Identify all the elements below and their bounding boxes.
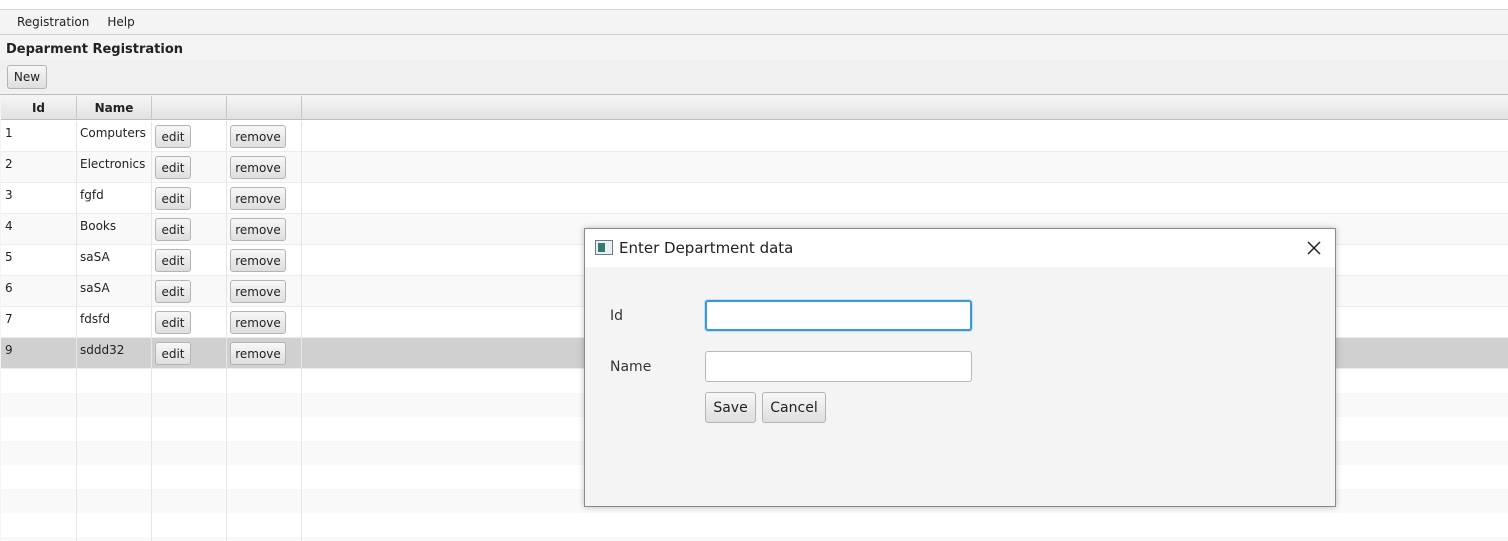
menu-bar: Registration Help [0, 10, 1508, 35]
table-row[interactable]: 2 Electronics edit remove [1, 152, 1508, 183]
name-value: sddd32 [80, 343, 125, 357]
table-row[interactable]: 3 fgfd edit remove [1, 183, 1508, 214]
name-value: Electronics [80, 157, 146, 171]
menu-help[interactable]: Help [98, 12, 143, 32]
table-header: Id Name [1, 96, 1508, 120]
app-window-icon [595, 240, 613, 255]
column-divider [301, 368, 302, 541]
cancel-button[interactable]: Cancel [762, 392, 826, 423]
name-value: fdsfd [80, 312, 110, 326]
edit-button[interactable]: edit [155, 125, 191, 148]
id-value: 9 [5, 343, 13, 357]
id-cell: 5 [1, 245, 77, 276]
remove-button[interactable]: remove [230, 342, 286, 365]
column-header-id[interactable]: Id [1, 96, 77, 120]
toolbar: New [0, 60, 1508, 95]
save-button[interactable]: Save [705, 392, 756, 423]
id-cell: 2 [1, 152, 77, 183]
edit-cell: edit [152, 338, 227, 369]
id-value: 6 [5, 281, 13, 295]
name-cell: fdsfd [77, 307, 152, 338]
column-divider [76, 368, 77, 541]
edit-cell: edit [152, 245, 227, 276]
window-titlebar [0, 0, 1508, 10]
dialog-titlebar: Enter Department data [585, 229, 1335, 267]
remove-button[interactable]: remove [230, 187, 286, 210]
id-field[interactable] [705, 300, 972, 331]
edit-cell: edit [152, 214, 227, 245]
edit-cell: edit [152, 152, 227, 183]
column-divider [151, 368, 152, 541]
edit-button[interactable]: edit [155, 280, 191, 303]
id-value: 5 [5, 250, 13, 264]
name-cell: saSA [77, 245, 152, 276]
name-value: saSA [80, 281, 110, 295]
edit-button[interactable]: edit [155, 187, 191, 210]
remove-button[interactable]: remove [230, 125, 286, 148]
column-header-remove[interactable] [227, 96, 302, 120]
remove-button[interactable]: remove [230, 218, 286, 241]
name-cell: saSA [77, 276, 152, 307]
id-value: 3 [5, 188, 13, 202]
empty-table-row [1, 537, 1508, 541]
name-cell: Books [77, 214, 152, 245]
remove-button[interactable]: remove [230, 156, 286, 179]
empty-table-row [1, 513, 1508, 537]
id-cell: 9 [1, 338, 77, 369]
edit-button[interactable]: edit [155, 218, 191, 241]
id-value: 4 [5, 219, 13, 233]
remove-cell: remove [227, 276, 302, 307]
remove-cell: remove [227, 152, 302, 183]
page-title: Deparment Registration [6, 42, 184, 57]
id-cell: 3 [1, 183, 77, 214]
dialog-title: Enter Department data [619, 239, 794, 257]
edit-cell: edit [152, 121, 227, 152]
department-dialog: Enter Department data Id Name Save Cance… [584, 228, 1336, 507]
remove-cell: remove [227, 245, 302, 276]
name-field[interactable] [705, 351, 972, 382]
menu-registration[interactable]: Registration [8, 12, 98, 32]
name-value: fgfd [80, 188, 104, 202]
edit-cell: edit [152, 276, 227, 307]
close-icon[interactable] [1301, 235, 1327, 261]
id-cell: 7 [1, 307, 77, 338]
name-label: Name [610, 359, 652, 375]
remove-button[interactable]: remove [230, 311, 286, 334]
id-value: 1 [5, 126, 13, 140]
column-divider [226, 368, 227, 541]
column-header-name[interactable]: Name [77, 96, 152, 120]
edit-cell: edit [152, 307, 227, 338]
id-cell: 1 [1, 121, 77, 152]
name-cell: sddd32 [77, 338, 152, 369]
name-cell: Computers [77, 121, 152, 152]
remove-button[interactable]: remove [230, 280, 286, 303]
name-value: Computers [80, 126, 146, 140]
edit-button[interactable]: edit [155, 156, 191, 179]
id-value: 7 [5, 312, 13, 326]
edit-cell: edit [152, 183, 227, 214]
id-cell: 6 [1, 276, 77, 307]
remove-cell: remove [227, 338, 302, 369]
new-button[interactable]: New [7, 65, 47, 89]
remove-cell: remove [227, 183, 302, 214]
edit-button[interactable]: edit [155, 311, 191, 334]
id-cell: 4 [1, 214, 77, 245]
remove-cell: remove [227, 214, 302, 245]
id-value: 2 [5, 157, 13, 171]
remove-button[interactable]: remove [230, 249, 286, 272]
edit-button[interactable]: edit [155, 342, 191, 365]
remove-cell: remove [227, 121, 302, 152]
name-value: saSA [80, 250, 110, 264]
id-label: Id [610, 308, 624, 324]
column-header-edit[interactable] [152, 96, 227, 120]
name-value: Books [80, 219, 117, 233]
name-cell: fgfd [77, 183, 152, 214]
name-cell: Electronics [77, 152, 152, 183]
table-row[interactable]: 1 Computers edit remove [1, 121, 1508, 152]
edit-button[interactable]: edit [155, 249, 191, 272]
remove-cell: remove [227, 307, 302, 338]
